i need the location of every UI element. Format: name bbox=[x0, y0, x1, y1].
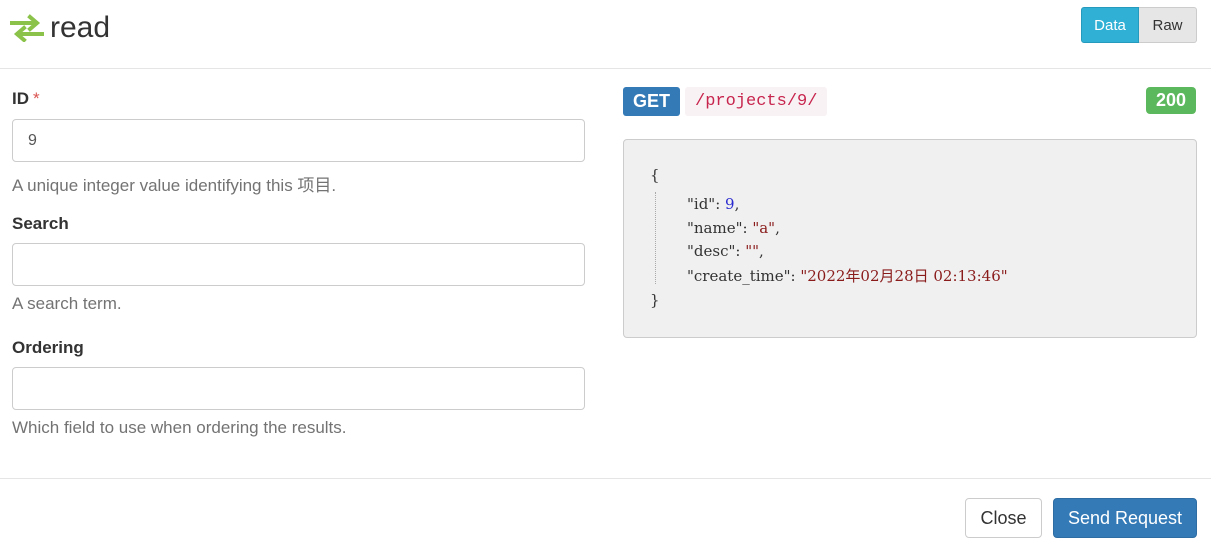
ordering-input[interactable] bbox=[12, 367, 585, 410]
ordering-help-text: Which field to use when ordering the res… bbox=[12, 418, 347, 437]
json-line: "name": "a", bbox=[687, 219, 780, 237]
json-line: "create_time": "2022年02月28日 02:13:46" bbox=[687, 267, 1008, 285]
json-close-brace: } bbox=[650, 291, 660, 309]
id-help-text: A unique integer value identifying this … bbox=[12, 176, 337, 195]
swap-arrows-icon bbox=[10, 14, 44, 42]
ordering-label: Ordering bbox=[12, 338, 84, 357]
search-help-text: A search term. bbox=[12, 294, 122, 313]
http-method-badge: GET bbox=[623, 87, 681, 116]
status-code-badge: 200 bbox=[1146, 87, 1197, 114]
search-input[interactable] bbox=[12, 243, 585, 286]
dialog-header: read Data Raw bbox=[0, 0, 1211, 69]
json-line: "id": 9, bbox=[687, 195, 740, 213]
data-tab-button[interactable]: Data bbox=[1081, 7, 1139, 43]
indent-guide bbox=[655, 192, 656, 284]
dialog-title: read bbox=[50, 11, 111, 44]
json-line: "desc": "", bbox=[687, 242, 764, 260]
required-marker: * bbox=[33, 89, 40, 108]
close-button[interactable]: Close bbox=[965, 498, 1042, 538]
request-path: /projects/9/ bbox=[685, 87, 828, 116]
raw-tab-button[interactable]: Raw bbox=[1139, 7, 1197, 43]
response-body: { "id": 9, "name": "a", "desc": "", "cre… bbox=[623, 139, 1197, 338]
format-toggle: Data Raw bbox=[1081, 7, 1197, 43]
send-request-button[interactable]: Send Request bbox=[1053, 498, 1197, 538]
id-input[interactable] bbox=[12, 119, 585, 162]
search-label: Search bbox=[12, 214, 69, 233]
footer-divider bbox=[0, 478, 1211, 479]
json-open-brace: { bbox=[650, 166, 660, 184]
id-label: ID * bbox=[12, 89, 40, 108]
